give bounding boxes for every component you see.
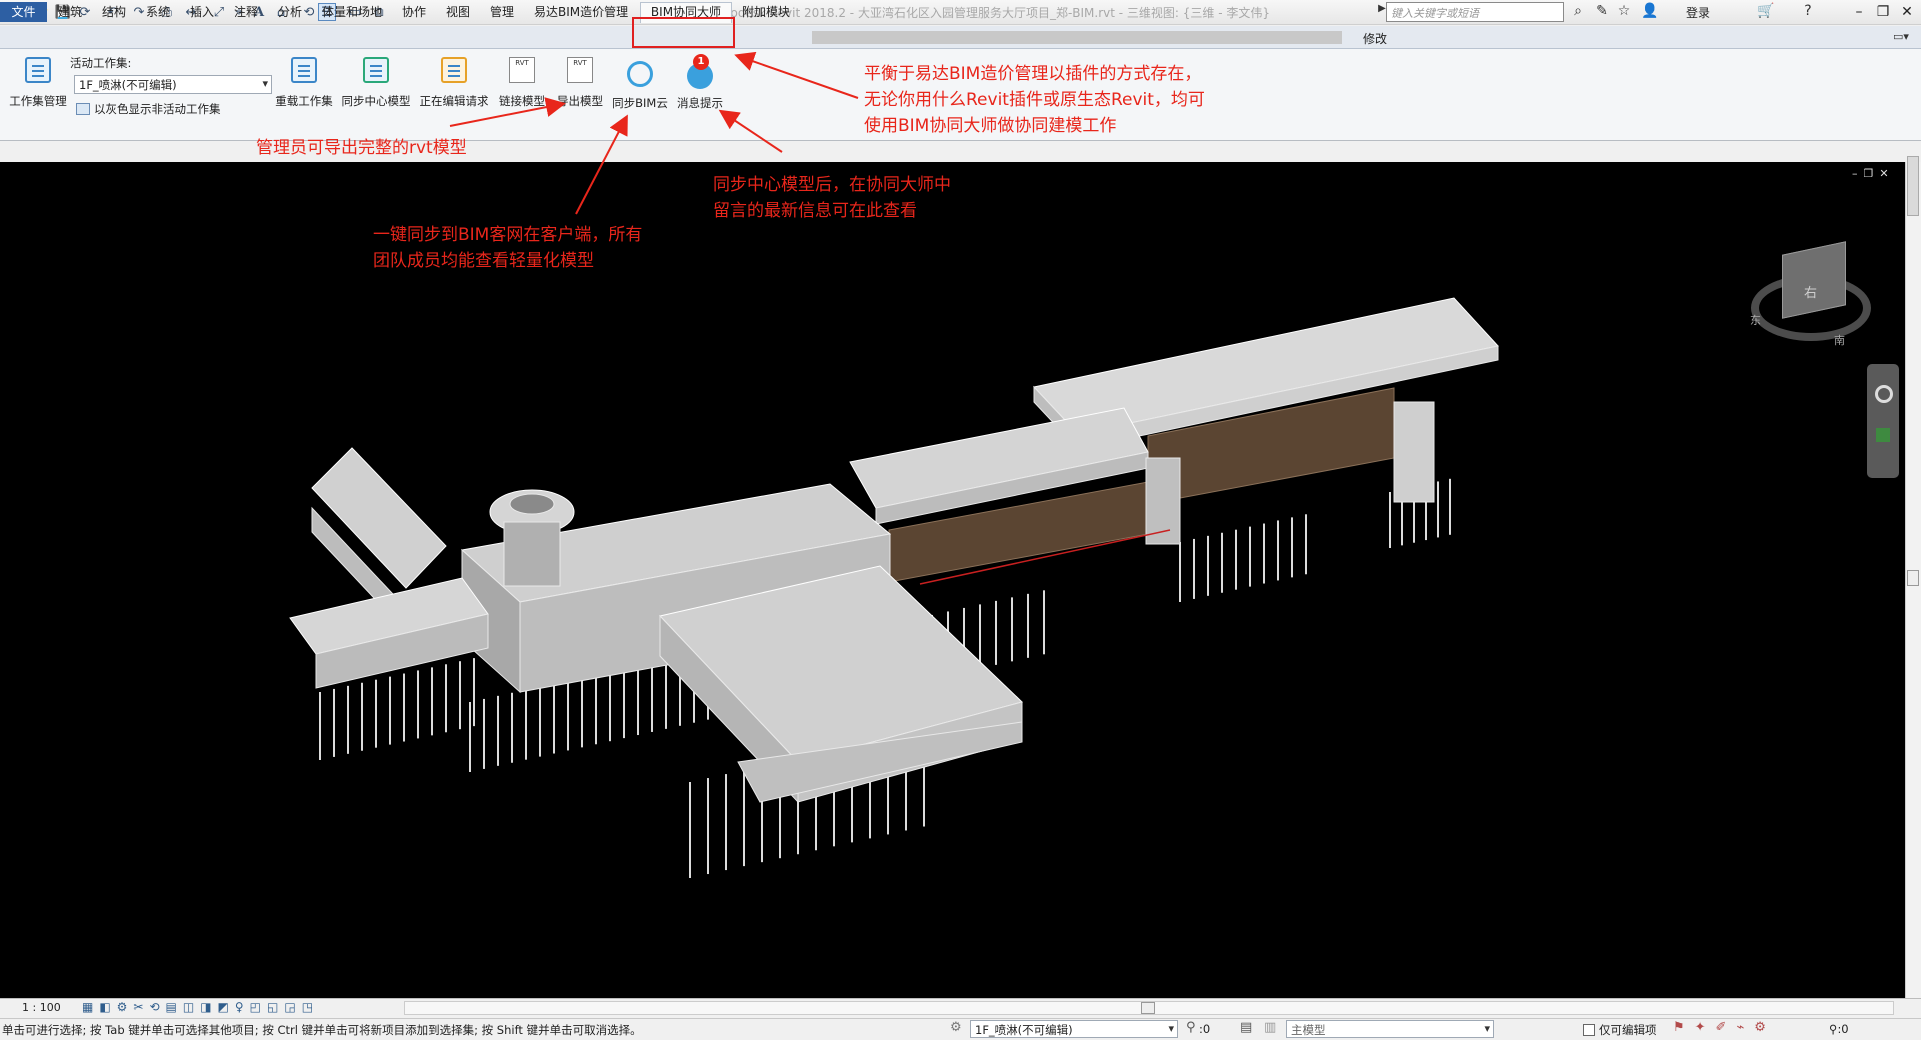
tab-highlight-box (632, 17, 735, 48)
filter-count-value: :0 (1837, 1022, 1849, 1036)
button-label: 同步中心模型 (341, 94, 411, 108)
cloud-icon (627, 61, 653, 87)
horizontal-scroll-thumb[interactable] (1141, 1002, 1155, 1014)
sync-central-button[interactable]: 同步中心模型 (338, 53, 414, 111)
gray-inactive-toggle[interactable]: 以灰色显示非活动工作集 (76, 101, 221, 117)
editing-requests-icon (441, 57, 467, 83)
view-scale[interactable]: 1 : 100 (22, 1001, 61, 1014)
editable-count: :0 (1199, 1022, 1211, 1036)
sync-bim-cloud-button[interactable]: 同步BIM云 (608, 53, 672, 111)
minimize-button[interactable]: – (1848, 2, 1870, 22)
gray-worksets-icon (76, 103, 90, 115)
active-workset-label: 活动工作集: (70, 56, 132, 70)
section-icon[interactable]: ⟲ (300, 3, 318, 21)
view-minimize-icon[interactable]: – (1852, 167, 1858, 181)
checkbox-box[interactable] (1583, 1024, 1595, 1036)
annotation-export: 管理员可导出完整的rvt模型 (256, 138, 467, 158)
restore-button[interactable]: ❐ (1872, 2, 1894, 22)
editable-only-checkbox[interactable]: 仅可编辑项 (1583, 1022, 1657, 1038)
export-model-icon: RVT (567, 57, 593, 83)
tab-structure[interactable]: 结构 (102, 3, 126, 22)
active-workset-select[interactable]: 1F_喷淋(不可编辑) (74, 75, 272, 94)
compass-label-east: 东 (1750, 314, 1761, 327)
vertical-scroll-top-thumb[interactable] (1907, 156, 1919, 216)
workset-icon (25, 57, 51, 83)
tab-annotate[interactable]: 注释 (234, 3, 258, 22)
selection-option-icons[interactable]: ⚑✦✐⌁⚙ (1673, 1020, 1776, 1035)
tab-manage[interactable]: 管理 (490, 3, 514, 22)
annotation-plugin-line2: 无论你用什么Revit插件或原生态Revit，均可 (864, 90, 1205, 110)
annotation-message-line2: 留言的最新信息可在此查看 (713, 201, 917, 221)
tab-view[interactable]: 视图 (446, 3, 470, 22)
vertical-scroll-thumb[interactable] (1907, 570, 1919, 586)
link-model-button[interactable]: RVT 链接模型 (494, 53, 550, 111)
button-label: 链接模型 (499, 94, 545, 108)
tab-collaborate[interactable]: 协作 (402, 3, 426, 22)
3d-viewport[interactable] (0, 162, 1905, 998)
export-model-button[interactable]: RVT 导出模型 (552, 53, 608, 111)
button-label: 同步BIM云 (612, 96, 668, 110)
view-close-icon[interactable]: ✕ (1879, 167, 1888, 181)
favorites-icon[interactable]: ☆ (1614, 3, 1634, 19)
button-label: 导出模型 (557, 94, 603, 108)
help-search-input[interactable]: 键入关键字或短语 (1386, 2, 1564, 22)
tab-addins[interactable]: 附加模块 (742, 3, 790, 22)
button-label: 正在编辑请求 (419, 94, 489, 108)
viewcube-face-label: 右 (1804, 286, 1818, 301)
tab-architecture[interactable]: 建筑 (58, 3, 82, 22)
steering-wheel-icon[interactable] (1875, 385, 1893, 403)
tab-yida-bim[interactable]: 易达BIM造价管理 (534, 3, 628, 22)
button-label: 重载工作集 (275, 94, 333, 108)
filter-count[interactable]: ⚲:0 (1829, 1022, 1849, 1036)
sync-central-icon (363, 57, 389, 83)
tab-analyze[interactable]: 分析 (278, 3, 302, 22)
modify-context-label[interactable]: 修改 (1363, 30, 1387, 47)
ribbon-minimize-icon[interactable]: ▭▾ (1893, 30, 1909, 43)
button-label: 消息提示 (677, 96, 723, 110)
message-badge: 1 (693, 54, 709, 70)
worksets-icon[interactable]: ⚙ (950, 1020, 962, 1035)
link-model-icon: RVT (509, 57, 535, 83)
binoculars-icon[interactable]: ⌕ (1568, 3, 1588, 19)
annotation-cloud-line2: 团队成员均能查看轻量化模型 (373, 251, 594, 271)
annotation-message-line1: 同步中心模型后，在协同大师中 (713, 175, 951, 195)
annotation-plugin-line1: 平衡于易达BIM造价管理以插件的方式存在， (864, 64, 1202, 84)
tab-file[interactable]: 文件 (0, 2, 47, 22)
view-window-controls[interactable]: – ❐ ✕ (1852, 167, 1902, 181)
editing-requests-button[interactable]: 正在编辑请求 (416, 53, 492, 111)
close-button[interactable]: ✕ (1896, 2, 1918, 22)
annotation-plugin-line3: 使用BIM协同大师做协同建模工作 (864, 116, 1117, 136)
workset-manage-button[interactable]: 工作集管理 (6, 53, 70, 111)
building-model (289, 297, 1499, 878)
help-icon[interactable]: ? (1798, 3, 1818, 19)
tab-systems[interactable]: 系统 (146, 3, 170, 22)
tab-strip-filler (812, 31, 1342, 44)
design-options-icon[interactable]: ▤ (1240, 1020, 1252, 1035)
subscription-icon[interactable]: ✎ (1592, 3, 1612, 19)
user-icon[interactable]: 👤 (1640, 3, 1660, 19)
gray-inactive-label: 以灰色显示非活动工作集 (94, 102, 221, 116)
view-control-icons[interactable]: ▦◧⚙✂⟲▤◫◨◩♀◰◱◲◳ (82, 1000, 319, 1014)
view-restore-icon[interactable]: ❐ (1864, 167, 1874, 181)
reload-icon (291, 57, 317, 83)
zoom-icon[interactable] (1876, 428, 1890, 442)
status-hint: 单击可进行选择; 按 Tab 键并单击可选择其他项目; 按 Ctrl 键并单击可… (2, 1023, 642, 1037)
editable-only-label: 仅可编辑项 (1599, 1023, 1657, 1037)
navigation-bar (1867, 364, 1899, 478)
viewcube[interactable] (1782, 241, 1846, 319)
login-link[interactable]: 登录 (1686, 4, 1710, 21)
status-workset-select[interactable]: 1F_喷淋(不可编辑) (970, 1020, 1178, 1038)
annotation-cloud-line1: 一键同步到BIM客网在客户端，所有 (373, 225, 643, 245)
tab-massing[interactable]: 体量和场地 (322, 3, 382, 22)
button-label: 工作集管理 (9, 94, 67, 108)
exclude-options-icon[interactable]: ▥ (1264, 1020, 1276, 1035)
cart-icon[interactable]: 🛒 (1756, 3, 1776, 19)
tab-insert[interactable]: 插入 (190, 3, 214, 22)
editable-count-icon: ⚲ (1186, 1020, 1196, 1035)
compass-label-south: 南 (1834, 334, 1845, 347)
design-option-select[interactable]: 主模型 (1286, 1020, 1494, 1038)
reload-workset-button[interactable]: 重载工作集 (272, 53, 336, 111)
